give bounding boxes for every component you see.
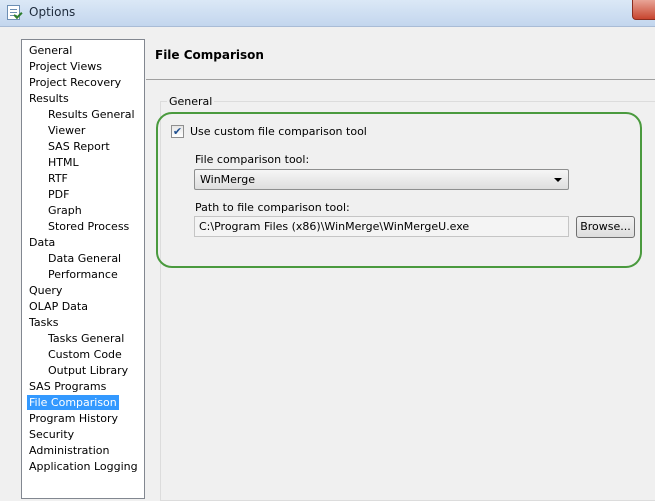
nav-item-tasks-general[interactable]: Tasks General [46,331,126,346]
nav-item-file-comparison[interactable]: File Comparison [27,395,119,410]
nav-item-sas-programs[interactable]: SAS Programs [27,379,108,394]
nav-item-application-logging[interactable]: Application Logging [27,459,140,474]
tool-select[interactable]: WinMerge [194,169,569,190]
use-custom-tool-label[interactable]: Use custom file comparison tool [190,125,367,138]
nav-item-stored-process[interactable]: Stored Process [46,219,131,234]
nav-item-results-general[interactable]: Results General [46,107,137,122]
nav-item-output-library[interactable]: Output Library [46,363,130,378]
window-title: Options [29,5,76,19]
nav-item-olap-data[interactable]: OLAP Data [27,299,90,314]
tool-select-label: File comparison tool: [195,153,310,166]
nav-item-graph[interactable]: Graph [46,203,84,218]
page-title: File Comparison [155,48,264,62]
close-button[interactable] [632,0,655,20]
nav-item-project-views[interactable]: Project Views [27,59,104,74]
dropdown-arrow-icon[interactable] [554,178,562,182]
nav-item-results[interactable]: Results [27,91,71,106]
nav-item-custom-code[interactable]: Custom Code [46,347,124,362]
path-field-value: C:\Program Files (x86)\WinMerge\WinMerge… [199,220,470,233]
nav-item-performance[interactable]: Performance [46,267,120,282]
path-field-label: Path to file comparison tool: [195,201,350,214]
nav-item-tasks[interactable]: Tasks [27,315,60,330]
nav-item-query[interactable]: Query [27,283,64,298]
nav-item-pdf[interactable]: PDF [46,187,71,202]
nav-item-general[interactable]: General [27,43,74,58]
nav-item-project-recovery[interactable]: Project Recovery [27,75,123,90]
nav-item-data[interactable]: Data [27,235,57,250]
nav-item-program-history[interactable]: Program History [27,411,120,426]
tool-select-value: WinMerge [200,173,255,186]
nav-item-administration[interactable]: Administration [27,443,112,458]
page-header: File Comparison [146,39,655,80]
nav-item-html[interactable]: HTML [46,155,81,170]
nav-item-viewer[interactable]: Viewer [46,123,87,138]
nav-item-data-general[interactable]: Data General [46,251,123,266]
options-nav-tree[interactable]: General Project Views Project Recovery R… [21,39,145,499]
path-field[interactable]: C:\Program Files (x86)\WinMerge\WinMerge… [194,216,569,237]
browse-button[interactable]: Browse... [576,216,635,238]
title-bar: Options [0,0,655,27]
nav-item-rtf[interactable]: RTF [46,171,70,186]
use-custom-tool-checkbox[interactable]: ✔ [171,125,184,138]
nav-item-security[interactable]: Security [27,427,76,442]
nav-item-sas-report[interactable]: SAS Report [46,139,112,154]
general-group-label: General [167,95,215,108]
options-window-icon [7,5,20,20]
